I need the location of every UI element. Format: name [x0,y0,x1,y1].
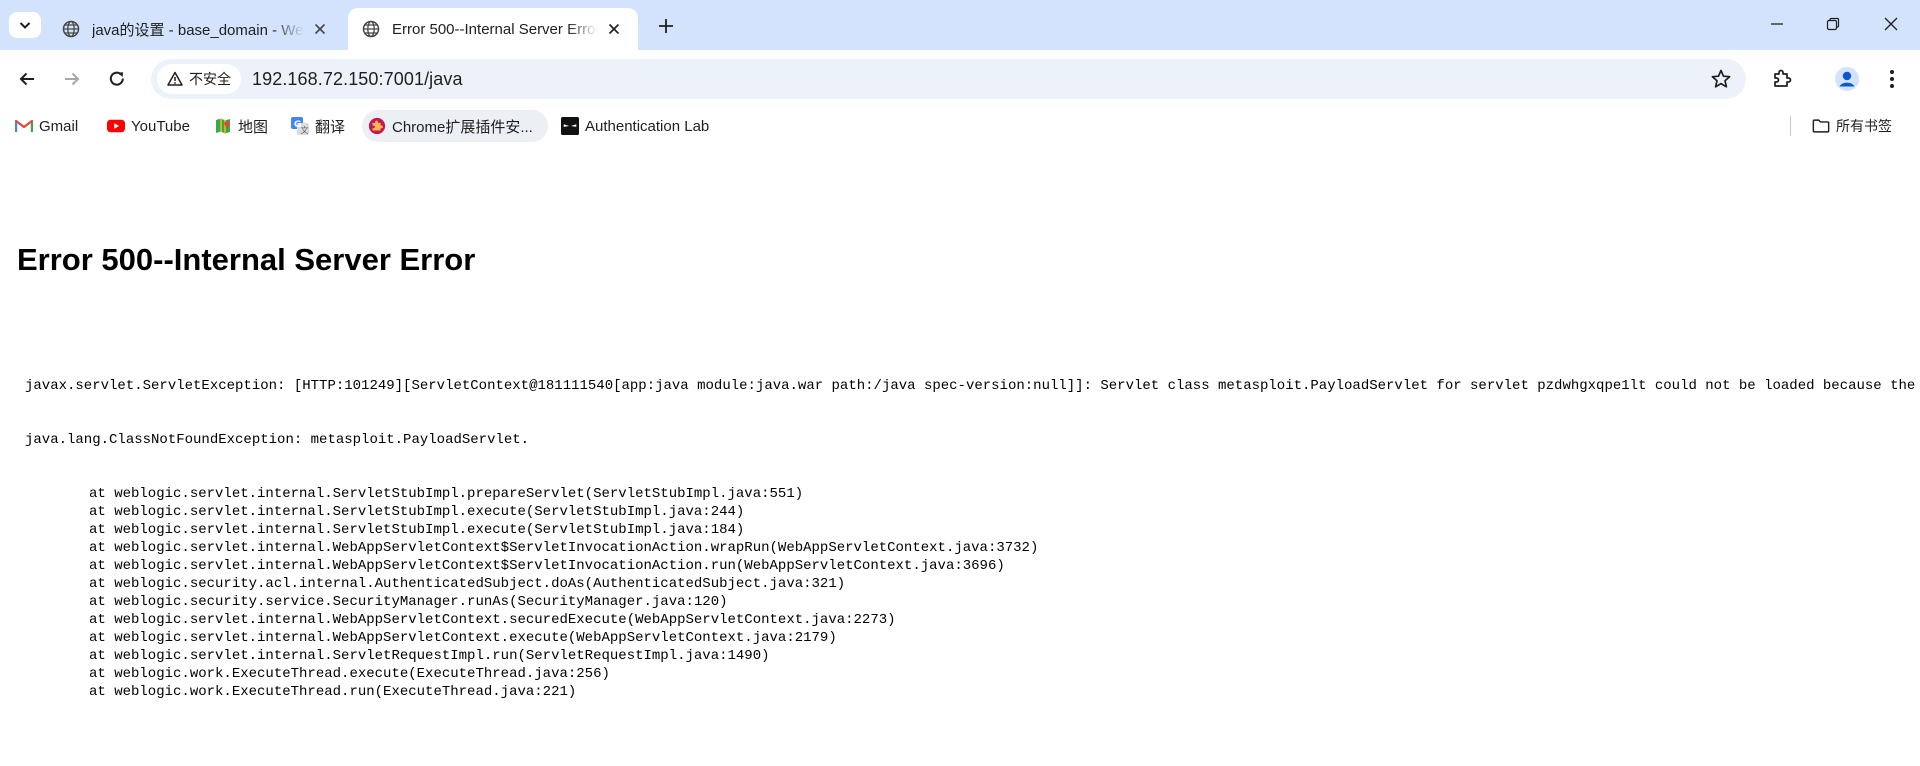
minimize-button[interactable] [1754,8,1800,40]
puzzle-icon [368,117,386,135]
address-bar[interactable]: 不安全 192.168.72.150:7001/java [151,59,1746,99]
new-tab-button[interactable] [652,12,680,40]
maps-icon [214,117,232,135]
bookmarks-divider [1790,116,1791,136]
bookmark-translate[interactable]: G文 翻译 [285,110,351,142]
bookmarks-bar: Gmail YouTube 地图 G文 翻译 Chrome扩展插件安... Au… [0,108,1920,144]
bookmark-label: 所有书签 [1836,118,1892,134]
all-bookmarks-button[interactable]: 所有书签 [1806,110,1898,142]
stack-frame: at weblogic.servlet.internal.WebAppServl… [89,558,1005,574]
translate-icon: G文 [291,117,309,135]
bookmark-maps[interactable]: 地图 [208,110,274,142]
close-tab-button[interactable] [310,19,330,39]
stack-frame: at weblogic.work.ExecuteThread.run(Execu… [89,684,577,700]
stack-frame: at weblogic.servlet.internal.ServletStub… [89,522,745,538]
stack-trace: javax.servlet.ServletException: [HTTP:10… [25,341,1920,737]
minimize-icon [1771,23,1783,25]
reload-button[interactable] [101,63,133,95]
bookmark-chrome-extensions[interactable]: Chrome扩展插件安... [362,110,548,142]
puzzle-icon [1774,69,1792,87]
stack-frame: at weblogic.security.acl.internal.Authen… [89,576,846,592]
security-label: 不安全 [189,71,231,87]
bookmark-authentication-lab[interactable]: Authentication Lab [555,110,715,142]
browser-toolbar: 不安全 192.168.72.150:7001/java [0,50,1920,108]
globe-icon [62,20,80,38]
tab-error-500[interactable]: Error 500--Internal Server Error [348,8,638,50]
profile-button[interactable] [1831,63,1863,95]
stack-frame: at weblogic.servlet.internal.ServletStub… [89,486,804,502]
bookmark-label: 地图 [238,118,269,136]
chevron-down-icon [19,22,31,29]
forward-button[interactable] [56,63,88,95]
page-content: Error 500--Internal Server Error javax.s… [0,144,1920,766]
bookmark-label: YouTube [131,117,190,135]
cause-line: java.lang.ClassNotFoundException: metasp… [25,432,530,448]
bookmark-label: Gmail [39,117,79,135]
stack-frame: at weblogic.work.ExecuteThread.execute(E… [89,666,610,682]
globe-icon [362,20,380,38]
more-vert-icon [1890,70,1894,88]
auth-lab-icon [561,117,579,135]
back-arrow-icon [19,72,34,86]
close-icon [314,23,326,35]
exception-line: javax.servlet.ServletException: [HTTP:10… [25,378,1916,394]
restore-button[interactable] [1810,8,1856,40]
page-title: Error 500--Internal Server Error [17,242,476,277]
stack-frame: at weblogic.servlet.internal.ServletRequ… [89,648,770,664]
stack-frame: at weblogic.servlet.internal.WebAppServl… [89,630,837,646]
restore-icon [1826,17,1840,31]
security-indicator[interactable]: 不安全 [157,64,241,94]
tab-weblogic-console[interactable]: java的设置 - base_domain - WebLogic Server … [48,8,344,50]
bookmark-label: 翻译 [315,118,346,136]
close-icon [608,23,620,35]
tab-strip: java的设置 - base_domain - WebLogic Server … [0,0,1920,50]
bookmark-label: Authentication Lab [585,117,710,135]
avatar-icon [1835,67,1859,91]
back-button[interactable] [11,63,43,95]
gmail-icon [15,117,33,135]
tab-title: Error 500--Internal Server Error [392,20,598,38]
tab-search-button[interactable] [9,12,41,38]
stack-frame: at weblogic.servlet.internal.WebAppServl… [89,612,896,628]
forward-arrow-icon [65,72,80,86]
close-tab-button[interactable] [604,19,624,39]
warning-icon [167,71,183,86]
stack-frame: at weblogic.security.service.SecurityMan… [89,594,728,610]
bookmark-label: Chrome扩展插件安... [392,118,533,136]
bookmark-star-icon[interactable] [1710,68,1732,90]
stack-frames: at weblogic.servlet.internal.ServletStub… [25,485,1920,701]
plus-icon [659,19,673,33]
close-icon [1884,17,1898,31]
stack-frame: at weblogic.servlet.internal.WebAppServl… [89,540,1039,556]
bookmark-youtube[interactable]: YouTube [101,110,196,142]
youtube-icon [107,117,125,135]
svg-text:文: 文 [301,125,309,135]
folder-icon [1812,117,1830,135]
reload-icon [109,71,124,86]
menu-button[interactable] [1876,63,1908,95]
close-window-button[interactable] [1868,8,1914,40]
stack-frame: at weblogic.servlet.internal.ServletStub… [89,504,745,520]
url-text[interactable]: 192.168.72.150:7001/java [252,69,463,90]
extensions-button[interactable] [1766,63,1798,95]
tab-title: java的设置 - base_domain - WebLogic Server … [92,21,304,39]
bookmark-gmail[interactable]: Gmail [9,110,84,142]
